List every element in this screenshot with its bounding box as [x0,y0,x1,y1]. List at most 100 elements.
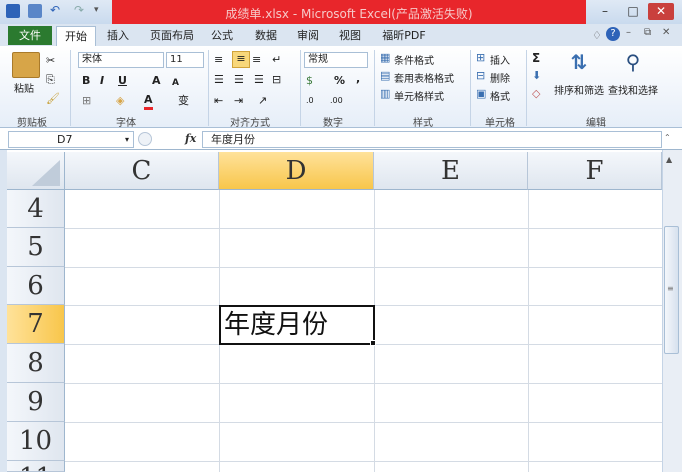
insert-cells-button[interactable]: 插入 [490,52,510,67]
font-size-select[interactable]: 11 [166,52,204,68]
maximize-button[interactable]: □ [620,3,646,20]
expand-formula-bar-icon[interactable]: ⌃ [664,133,671,142]
active-cell-d7[interactable]: 年度月份 [219,305,375,345]
tab-file[interactable]: 文件 [8,26,52,45]
tab-view[interactable]: 视图 [334,26,366,46]
help-icon[interactable]: ? [606,27,620,41]
qat-customize-icon[interactable]: ▾ [94,4,108,18]
row-header-8[interactable]: 8 [7,344,65,383]
ribbon-collapse-icon[interactable]: ♢ [592,29,602,42]
group-separator [300,50,301,126]
italic-button[interactable]: I [100,74,104,88]
row-header-9[interactable]: 9 [7,383,65,422]
align-bottom-icon[interactable]: ≡ [252,53,261,67]
increase-indent-icon[interactable]: ⇥ [234,94,243,108]
name-box-dropdown-icon[interactable]: ▾ [125,132,129,147]
phonetic-button[interactable]: 变 [178,94,189,108]
excel-app-icon[interactable] [6,4,20,18]
workbook-restore-icon[interactable]: ⧉ [644,27,651,38]
row-header-7[interactable]: 7 [7,305,65,344]
insert-function-button[interactable]: fx [185,132,196,145]
group-label-styles: 样式 [413,118,433,129]
conditional-format-icon[interactable]: ▦ [380,51,390,65]
comma-button[interactable]: , [356,72,360,86]
tab-page-layout[interactable]: 页面布局 [144,26,200,46]
tab-home[interactable]: 开始 [56,26,96,46]
fill-handle[interactable] [370,340,376,346]
formula-input[interactable]: 年度月份 [202,131,662,148]
cell-styles-icon[interactable]: ▥ [380,87,390,101]
insert-cells-icon[interactable]: ⊞ [476,51,485,65]
tab-review[interactable]: 审阅 [292,26,324,46]
row-header-6[interactable]: 6 [7,267,65,305]
scroll-up-icon[interactable]: ▲ [666,155,672,164]
redo-icon[interactable]: ↷ [74,4,88,18]
decrease-decimal-icon[interactable]: .00 [330,94,343,108]
delete-cells-icon[interactable]: ⊟ [476,69,485,83]
number-format-select[interactable]: 常规 [304,52,368,68]
fill-icon[interactable]: ⬇ [532,69,541,83]
orientation-icon[interactable]: ↗ [258,94,267,108]
paste-icon[interactable] [12,52,40,78]
close-button[interactable]: ✕ [648,3,674,20]
group-label-alignment: 对齐方式 [230,118,270,129]
column-header-d[interactable]: D [219,152,374,190]
paste-button[interactable]: 粘贴 [14,80,34,95]
sort-filter-icon[interactable]: ⇅ [566,50,592,78]
conditional-format-button[interactable]: 条件格式 [394,52,434,67]
workbook-close-icon[interactable]: ✕ [662,27,670,38]
format-as-table-icon[interactable]: ▤ [380,69,390,83]
align-right-icon[interactable]: ☰ [254,73,264,87]
undo-icon[interactable]: ↶ [50,4,64,18]
align-left-icon[interactable]: ☰ [214,73,224,87]
gridline [65,422,662,423]
clear-icon[interactable]: ◇ [532,87,540,101]
shrink-font-button[interactable]: A [172,76,179,90]
tab-insert[interactable]: 插入 [100,26,136,46]
find-select-icon[interactable]: ⚲ [620,50,646,78]
increase-decimal-icon[interactable]: .0 [306,94,314,108]
save-icon[interactable] [28,4,42,18]
grow-font-button[interactable]: A [152,74,161,88]
format-as-table-button[interactable]: 套用表格格式 [394,70,454,85]
column-header-c[interactable]: C [65,152,219,190]
find-select-button[interactable]: 查找和选择 [608,82,658,97]
copy-icon[interactable]: ⎘ [46,73,55,87]
align-center-icon[interactable]: ☰ [234,73,244,87]
borders-icon[interactable]: ⊞ [82,94,91,108]
merge-center-icon[interactable]: ⊟ [272,73,281,87]
cancel-entry-icon[interactable] [138,132,152,146]
minimize-button[interactable]: – [592,3,618,20]
align-middle-icon[interactable]: ≡ [232,51,250,68]
cut-icon[interactable]: ✂ [46,54,55,68]
percent-button[interactable]: % [334,74,345,88]
tab-foxit-pdf[interactable]: 福昕PDF [378,26,430,46]
tab-formulas[interactable]: 公式 [206,26,238,46]
underline-button[interactable]: U [118,74,127,88]
row-header-4[interactable]: 4 [7,190,65,228]
wrap-text-icon[interactable]: ↵ [272,53,281,67]
bold-button[interactable]: B [82,74,90,88]
tab-data[interactable]: 数据 [250,26,282,46]
align-top-icon[interactable]: ≡ [214,53,223,67]
font-name-select[interactable]: 宋体 [78,52,164,68]
row-header-11[interactable]: 11 [7,461,65,472]
delete-cells-button[interactable]: 删除 [490,70,510,85]
format-cells-button[interactable]: 格式 [490,88,510,103]
font-color-button[interactable]: A [144,93,153,110]
accounting-format-icon[interactable]: $ [306,74,313,88]
column-header-f[interactable]: F [528,152,662,190]
format-cells-icon[interactable]: ▣ [476,87,486,101]
row-header-5[interactable]: 5 [7,228,65,267]
autosum-button[interactable]: Σ [532,51,540,65]
name-box[interactable]: D7 ▾ [8,131,134,148]
decrease-indent-icon[interactable]: ⇤ [214,94,223,108]
sort-filter-button[interactable]: 排序和筛选 [554,82,604,97]
format-painter-icon[interactable]: 🖌 [46,92,60,106]
cell-styles-button[interactable]: 单元格样式 [394,88,444,103]
group-separator [208,50,209,126]
column-header-e[interactable]: E [374,152,528,190]
workbook-minimize-icon[interactable]: – [626,27,631,38]
fill-color-icon[interactable]: ◈ [116,94,124,108]
row-header-10[interactable]: 10 [7,422,65,461]
